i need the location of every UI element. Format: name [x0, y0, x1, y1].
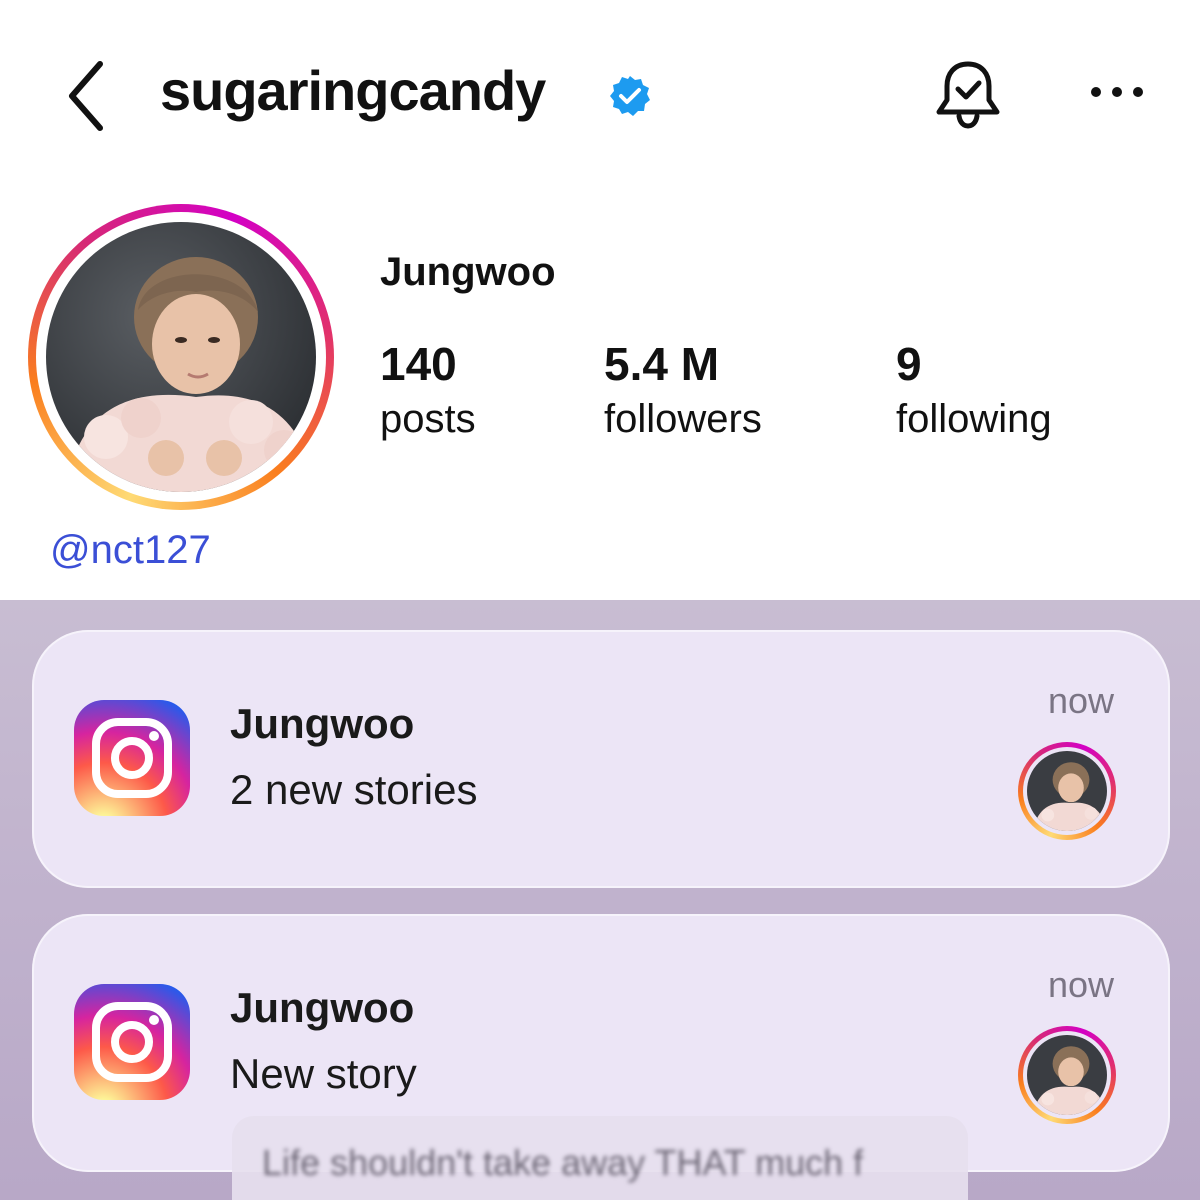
profile-section: sugaringcandy Jungwoo 140 posts 5.4 M fo…: [0, 0, 1200, 600]
notification-title: Jungwoo: [230, 700, 415, 747]
notification-body: 2 new stories: [230, 766, 478, 813]
notification-avatar: [1027, 751, 1107, 831]
bell-check-icon: [936, 61, 1000, 129]
notifications-bell-button[interactable]: [930, 56, 1006, 132]
verified-badge-icon: [610, 76, 650, 116]
instagram-icon: [74, 984, 190, 1100]
story-preview-text: Life shouldn't take away THAT much f: [262, 1142, 864, 1183]
following-stat[interactable]: 9 following: [896, 338, 1052, 448]
followers-label: followers: [604, 397, 762, 441]
notification-body: New story: [230, 1050, 417, 1097]
more-options-button[interactable]: [1082, 70, 1152, 114]
back-button[interactable]: [58, 52, 118, 132]
profile-mention-link[interactable]: @nct127: [50, 528, 211, 573]
notification-card[interactable]: Jungwoo 2 new stories now: [32, 630, 1170, 888]
followers-count: 5.4 M: [604, 338, 720, 390]
notification-time: now: [1047, 964, 1114, 1005]
notification-avatar-ring: [1018, 742, 1116, 840]
following-label: following: [896, 397, 1052, 441]
more-horizontal-icon: [1091, 87, 1143, 97]
posts-count: 140: [380, 338, 457, 390]
following-count: 9: [896, 338, 922, 390]
posts-label: posts: [380, 397, 476, 441]
profile-avatar-story-ring[interactable]: [28, 204, 334, 510]
chevron-left-icon: [69, 61, 103, 131]
profile-avatar: [46, 222, 316, 492]
notification-title: Jungwoo: [230, 984, 415, 1031]
lockscreen-notification-area: Jungwoo 2 new stories now Jungwoo New st…: [0, 600, 1200, 1200]
followers-stat[interactable]: 5.4 M followers: [604, 338, 762, 448]
instagram-icon: [74, 700, 190, 816]
notification-time: now: [1047, 680, 1114, 721]
notification-avatar: [1027, 1035, 1107, 1115]
story-preview-card: Life shouldn't take away THAT much f: [232, 1116, 968, 1200]
posts-stat[interactable]: 140 posts: [380, 338, 476, 448]
profile-header: sugaringcandy: [0, 40, 1200, 150]
profile-display-name: Jungwoo: [380, 250, 556, 294]
profile-username: sugaringcandy: [160, 59, 546, 122]
notification-avatar-ring: [1018, 1026, 1116, 1124]
